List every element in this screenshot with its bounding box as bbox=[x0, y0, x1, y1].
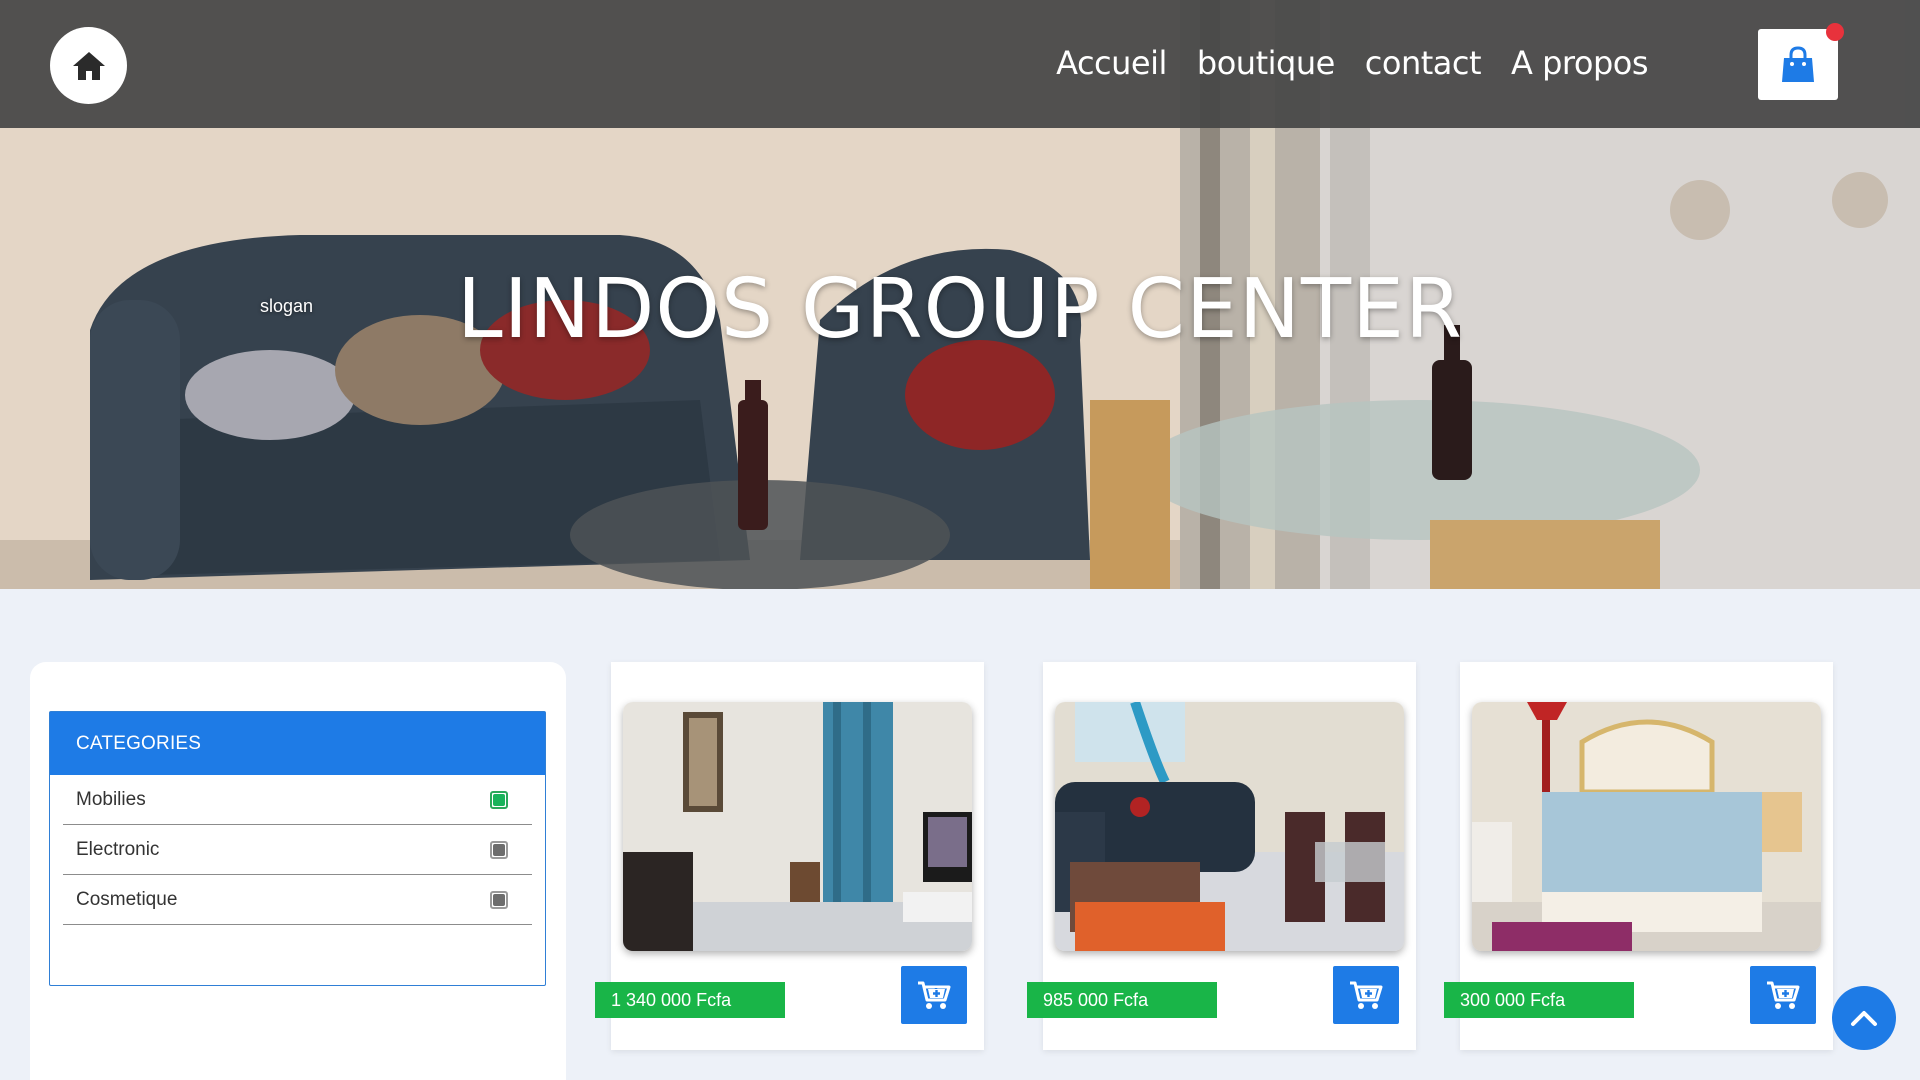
nav-menu: Accueil boutique contact A propos bbox=[1056, 44, 1648, 82]
category-checkbox[interactable] bbox=[490, 841, 508, 859]
product-image[interactable] bbox=[1055, 702, 1404, 951]
category-label: Electronic bbox=[76, 838, 160, 860]
shopping-bag-icon bbox=[1782, 45, 1814, 82]
product-image[interactable] bbox=[623, 702, 972, 951]
category-checkbox[interactable] bbox=[490, 891, 508, 909]
chevron-up-icon bbox=[1851, 1011, 1877, 1026]
cart-notification-badge bbox=[1826, 23, 1844, 41]
add-to-cart-button[interactable] bbox=[901, 966, 967, 1024]
price-tag: 300 000 Fcfa bbox=[1444, 982, 1634, 1018]
cart-plus-icon bbox=[1767, 981, 1800, 1009]
product-card[interactable]: 985 000 Fcfa bbox=[1027, 662, 1416, 1050]
bedroom-photo bbox=[1472, 702, 1821, 951]
sidebar: CATEGORIES Mobilies Electronic Cosmetiqu… bbox=[30, 662, 566, 1080]
hero-slogan: slogan bbox=[260, 296, 314, 316]
nav-link-accueil[interactable]: Accueil bbox=[1056, 44, 1167, 82]
categories-panel: CATEGORIES Mobilies Electronic Cosmetiqu… bbox=[49, 711, 546, 986]
product-card[interactable]: 300 000 Fcfa bbox=[1444, 662, 1833, 1050]
add-to-cart-button[interactable] bbox=[1750, 966, 1816, 1024]
category-item-cosmetique[interactable]: Cosmetique bbox=[63, 875, 532, 925]
category-label: Mobilies bbox=[76, 788, 146, 810]
living-room-photo bbox=[623, 702, 972, 951]
nav-link-boutique[interactable]: boutique bbox=[1197, 44, 1335, 82]
category-checkbox[interactable] bbox=[490, 791, 508, 809]
home-icon bbox=[72, 51, 105, 80]
scroll-to-top-button[interactable] bbox=[1832, 986, 1896, 1050]
leather-sofa-photo bbox=[1055, 702, 1404, 951]
nav-link-a-propos[interactable]: A propos bbox=[1511, 44, 1648, 82]
price-tag: 1 340 000 Fcfa bbox=[595, 982, 785, 1018]
categories-header: CATEGORIES bbox=[50, 712, 545, 775]
nav-link-contact[interactable]: contact bbox=[1365, 44, 1482, 82]
product-image[interactable] bbox=[1472, 702, 1821, 951]
cart-plus-icon bbox=[1350, 981, 1383, 1009]
category-item-mobilies[interactable]: Mobilies bbox=[63, 775, 532, 825]
product-card[interactable]: 1 340 000 Fcfa bbox=[595, 662, 984, 1050]
cart-button[interactable] bbox=[1758, 23, 1844, 100]
category-label: Cosmetique bbox=[76, 888, 178, 910]
price-tag: 985 000 Fcfa bbox=[1027, 982, 1217, 1018]
home-button[interactable] bbox=[50, 27, 127, 104]
category-item-electronic[interactable]: Electronic bbox=[63, 825, 532, 875]
add-to-cart-button[interactable] bbox=[1333, 966, 1399, 1024]
navbar: Accueil boutique contact A propos bbox=[0, 0, 1920, 128]
cart-plus-icon bbox=[918, 981, 951, 1009]
